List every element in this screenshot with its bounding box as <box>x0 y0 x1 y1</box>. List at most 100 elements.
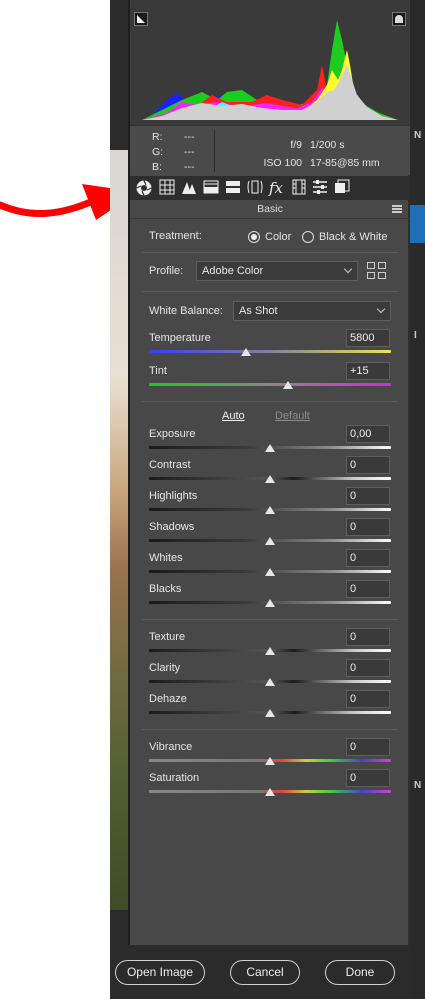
tone-curve-icon[interactable] <box>158 179 176 197</box>
tint-input[interactable]: +15 <box>346 362 390 380</box>
temperature-label: Temperature <box>149 332 211 344</box>
saturation-slider-thumb[interactable] <box>265 788 275 796</box>
profile-label: Profile: <box>149 265 184 277</box>
snapshots-icon[interactable] <box>333 179 351 197</box>
shadows-input[interactable]: 0 <box>346 518 390 536</box>
blacks-slider-thumb[interactable] <box>265 599 275 607</box>
vibrance-label: Vibrance <box>149 741 193 753</box>
contrast-slider-thumb[interactable] <box>265 475 275 483</box>
lens-corrections-icon[interactable] <box>246 179 264 197</box>
presets-icon[interactable] <box>311 179 329 197</box>
default-button[interactable]: Default <box>275 410 310 422</box>
right-strip-highlight <box>410 205 425 243</box>
dehaze-label: Dehaze <box>149 693 187 705</box>
temperature-slider-thumb[interactable] <box>240 348 251 356</box>
g-label: G: <box>152 146 164 158</box>
panel-title: Basic <box>130 203 410 219</box>
profile-browser-icon[interactable] <box>367 262 387 280</box>
highlights-input[interactable]: 0 <box>346 487 390 505</box>
detail-icon[interactable] <box>180 179 198 197</box>
auto-button[interactable]: Auto <box>222 410 245 422</box>
treatment-bw-radio[interactable] <box>302 231 314 243</box>
contrast-input[interactable]: 0 <box>346 456 390 474</box>
white-balance-label: White Balance: <box>149 305 223 317</box>
image-info: R: --- G: --- B: --- f/9 1/200 s ISO 100 17-8… <box>130 125 410 175</box>
treatment-color-label: Color <box>265 231 292 243</box>
dehaze-slider-thumb[interactable] <box>265 709 275 717</box>
hsl-icon[interactable] <box>202 179 220 197</box>
divider <box>142 729 398 730</box>
clarity-slider-thumb[interactable] <box>265 678 275 686</box>
white-balance-value: As Shot <box>239 305 278 317</box>
panel-tabs: fx <box>130 176 410 200</box>
histogram <box>130 0 410 125</box>
whites-slider-thumb[interactable] <box>265 568 275 576</box>
divider <box>142 619 398 620</box>
right-strip-char: I <box>414 330 417 341</box>
vibrance-input[interactable]: 0 <box>346 738 390 756</box>
saturation-label: Saturation <box>149 772 200 784</box>
blacks-input[interactable]: 0 <box>346 580 390 598</box>
iso: ISO 100 <box>263 157 302 169</box>
basic-icon[interactable] <box>135 179 153 197</box>
profile-select[interactable]: Adobe Color <box>196 261 358 281</box>
effects-icon[interactable]: fx <box>267 179 285 197</box>
tint-slider[interactable] <box>149 383 391 386</box>
whites-label: Whites <box>149 552 183 564</box>
treatment-bw-label: Black & White <box>319 231 388 243</box>
shutter-speed: 1/200 s <box>310 139 345 151</box>
g-value: --- <box>184 146 195 158</box>
right-strip-char: N <box>414 130 422 141</box>
highlights-label: Highlights <box>149 490 198 502</box>
rgb-readout: R: --- G: --- B: --- <box>152 130 216 175</box>
texture-label: Texture <box>149 631 186 643</box>
info-separator <box>214 130 215 172</box>
vibrance-slider-thumb[interactable] <box>265 757 275 765</box>
exposure-input[interactable]: 0,00 <box>346 425 390 443</box>
open-image-button[interactable]: Open Image <box>115 960 205 985</box>
split-toning-icon[interactable] <box>224 179 242 197</box>
b-value: --- <box>184 161 195 173</box>
right-edge-strip: N I N <box>410 0 425 999</box>
temperature-slider[interactable] <box>149 350 391 353</box>
tint-slider-thumb[interactable] <box>283 381 294 389</box>
panel-menu-icon[interactable] <box>392 205 402 213</box>
highlights-slider-thumb[interactable] <box>265 506 275 514</box>
right-strip-char: N <box>414 780 422 791</box>
exposure-slider-thumb[interactable] <box>265 444 275 452</box>
divider <box>142 291 398 292</box>
shadows-label: Shadows <box>149 521 195 533</box>
white-balance-select[interactable]: As Shot <box>233 301 391 321</box>
r-label: R: <box>152 131 163 143</box>
chevron-down-icon <box>343 264 353 274</box>
texture-input[interactable]: 0 <box>346 628 390 646</box>
lens: 17-85@85 mm <box>310 157 380 169</box>
done-button[interactable]: Done <box>325 960 395 985</box>
exposure-label: Exposure <box>149 428 196 440</box>
contrast-label: Contrast <box>149 459 191 471</box>
exif-readout: f/9 1/200 s ISO 100 17-85@85 mm <box>250 136 390 172</box>
treatment-label: Treatment: <box>149 230 202 242</box>
camera-calibration-icon[interactable] <box>290 179 308 197</box>
saturation-input[interactable]: 0 <box>346 769 390 787</box>
cancel-button[interactable]: Cancel <box>230 960 300 985</box>
r-value: --- <box>184 131 195 143</box>
b-label: B: <box>152 161 162 173</box>
texture-slider-thumb[interactable] <box>265 647 275 655</box>
photo-preview-strip <box>110 0 130 999</box>
temperature-input[interactable]: 5800 <box>346 329 390 347</box>
shadows-slider-thumb[interactable] <box>265 537 275 545</box>
camera-raw-panel: R: --- G: --- B: --- f/9 1/200 s ISO 100 17-8… <box>130 0 410 999</box>
tint-label: Tint <box>149 365 167 377</box>
clarity-input[interactable]: 0 <box>346 659 390 677</box>
treatment-color-radio[interactable] <box>248 231 260 243</box>
whites-input[interactable]: 0 <box>346 549 390 567</box>
dehaze-input[interactable]: 0 <box>346 690 390 708</box>
profile-value: Adobe Color <box>202 265 264 277</box>
divider <box>142 252 398 253</box>
chevron-down-icon <box>376 304 386 314</box>
histogram-graph <box>142 20 398 120</box>
blacks-label: Blacks <box>149 583 182 595</box>
clarity-label: Clarity <box>149 662 181 674</box>
divider <box>142 401 398 402</box>
